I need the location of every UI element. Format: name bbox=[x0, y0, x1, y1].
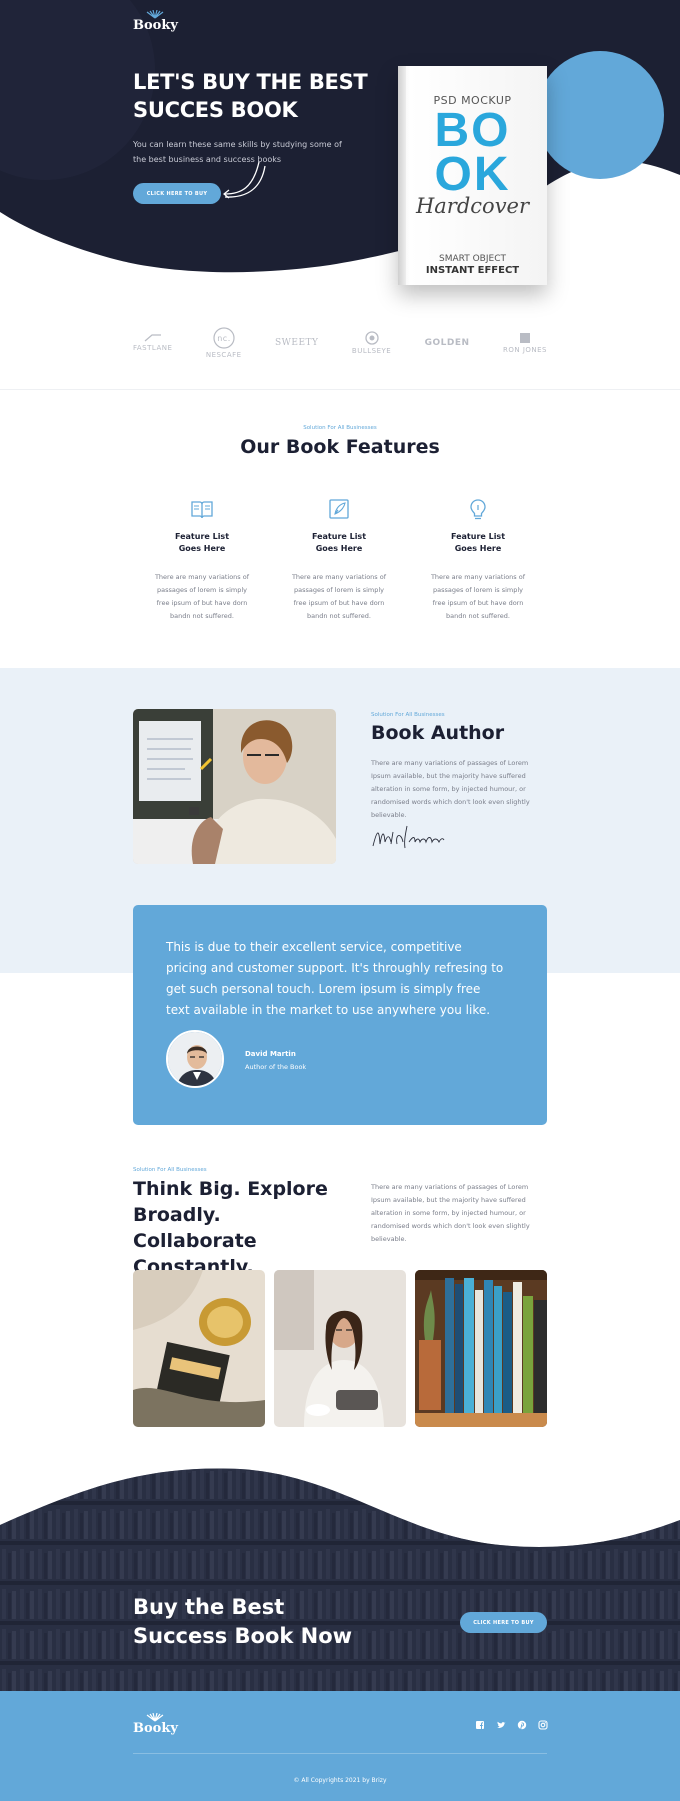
brand-logo: GOLDEN bbox=[425, 338, 470, 348]
avatar bbox=[166, 1030, 224, 1088]
book-big-text: OK bbox=[434, 148, 511, 201]
svg-text:nc.: nc. bbox=[217, 334, 231, 343]
think-title: Think Big. Explore Broadly. Collaborate … bbox=[133, 1178, 328, 1278]
cta-background bbox=[0, 1468, 680, 1691]
gallery-illustration bbox=[274, 1270, 406, 1427]
brand-logo: RON JONES bbox=[503, 332, 547, 354]
features-eyebrow: Solution For All Businesses bbox=[303, 425, 377, 431]
feature-title-line: Goes Here bbox=[454, 544, 502, 553]
brand-name: GOLDEN bbox=[424, 338, 470, 348]
ron-jones-icon bbox=[519, 333, 530, 343]
twitter-icon[interactable] bbox=[496, 1720, 506, 1730]
footer-copyright: © All Copyrights 2021 by Brizy bbox=[293, 1777, 387, 1784]
footer-divider bbox=[133, 1753, 547, 1754]
gallery-illustration bbox=[133, 1270, 265, 1427]
book-line-2: INSTANT EFFECT bbox=[425, 265, 520, 276]
feature-title-line: Goes Here bbox=[178, 544, 226, 553]
feature-card: Feature List Goes Here There are many va… bbox=[289, 496, 389, 623]
gallery-image-bookshelf bbox=[415, 1270, 547, 1427]
feature-text: There are many variations of passages of… bbox=[430, 573, 526, 620]
logo-text: Booky bbox=[133, 1721, 178, 1736]
open-book-icon bbox=[191, 501, 213, 519]
testimonial-role: Author of the Book bbox=[245, 1063, 307, 1071]
feature-title: Feature List Goes Here bbox=[428, 531, 528, 555]
author-photo-illustration bbox=[133, 709, 336, 864]
author-signature bbox=[372, 825, 445, 849]
nescafe-icon: nc. bbox=[213, 327, 235, 349]
cta-title: Buy the Best Success Book Now bbox=[133, 1595, 353, 1648]
lightbulb-icon bbox=[470, 499, 486, 520]
hero-section: Booky LET'S BUY THE BEST SUCCES BOOK You… bbox=[0, 0, 680, 300]
gallery-image-book-candle bbox=[133, 1270, 265, 1427]
feature-title: Feature List Goes Here bbox=[152, 531, 252, 555]
testimonial-quote: This is due to their excellent service, … bbox=[166, 940, 504, 1017]
social-links bbox=[475, 1720, 548, 1730]
section-divider bbox=[0, 389, 680, 390]
quill-pen-icon bbox=[329, 499, 349, 519]
author-eyebrow: Solution For All Businesses bbox=[371, 712, 445, 718]
hero-buy-button[interactable]: CLICK HERE TO BUY bbox=[133, 183, 221, 204]
feature-title: Feature List Goes Here bbox=[289, 531, 389, 555]
brand-logo: BULLSEYE bbox=[352, 331, 391, 355]
brand-logo: SWEETY bbox=[275, 338, 319, 348]
feature-title-line: Feature List bbox=[450, 532, 506, 541]
brand-name: SWEETY bbox=[274, 338, 319, 348]
author-text: There are many variations of passages of… bbox=[371, 759, 530, 819]
brand-logo: nc. NESCAFE bbox=[206, 327, 242, 359]
testimonial-card: This is due to their excellent service, … bbox=[133, 905, 547, 1125]
think-text: There are many variations of passages of… bbox=[371, 1183, 530, 1243]
logo-text: Booky bbox=[133, 18, 178, 33]
gallery-image-woman-coffee bbox=[274, 1270, 406, 1427]
features-title: Our Book Features bbox=[240, 436, 440, 458]
brand-name: NESCAFE bbox=[205, 351, 242, 359]
feature-card: Feature List Goes Here There are many va… bbox=[152, 496, 252, 623]
book-script-text: Hardcover bbox=[415, 194, 530, 218]
testimonial-name: David Martin bbox=[245, 1050, 296, 1058]
hero-title: LET'S BUY THE BEST SUCCES BOOK bbox=[133, 70, 368, 122]
feature-text: There are many variations of passages of… bbox=[291, 573, 387, 620]
brand-logo: FASTLANE bbox=[133, 334, 172, 352]
pinterest-icon[interactable] bbox=[517, 1720, 527, 1730]
footer-logo[interactable]: Booky bbox=[133, 1713, 178, 1735]
header-logo[interactable]: Booky bbox=[133, 10, 178, 32]
brand-logos: FASTLANE nc. NESCAFE SWEETY BULLSEYE GOL… bbox=[133, 327, 547, 359]
bullseye-icon bbox=[364, 331, 379, 345]
instagram-icon[interactable] bbox=[538, 1720, 548, 1730]
fastlane-icon bbox=[144, 334, 161, 342]
cta-buy-button[interactable]: CLICK HERE TO BUY bbox=[460, 1612, 547, 1633]
feature-card: Feature List Goes Here There are many va… bbox=[428, 496, 528, 623]
feature-title-line: Feature List bbox=[174, 532, 230, 541]
gallery-illustration bbox=[415, 1270, 547, 1427]
avatar-illustration bbox=[168, 1032, 222, 1086]
curved-arrows-icon bbox=[223, 161, 266, 199]
author-photo bbox=[133, 709, 336, 864]
book-line-1: SMART OBJECT bbox=[439, 254, 506, 264]
think-eyebrow: Solution For All Businesses bbox=[133, 1167, 207, 1173]
cta-section: Buy the Best Success Book Now CLICK HERE… bbox=[0, 1465, 680, 1691]
footer: Booky © All Copyrights 2021 by Brizy bbox=[0, 1691, 680, 1801]
facebook-icon[interactable] bbox=[475, 1720, 485, 1730]
brand-name: RON JONES bbox=[502, 346, 547, 354]
feature-title-line: Goes Here bbox=[315, 544, 363, 553]
author-title: Book Author bbox=[371, 722, 505, 744]
book-mockup: PSD MOCKUP BO OK Hardcover SMART OBJECT … bbox=[398, 66, 547, 285]
feature-title-line: Feature List bbox=[311, 532, 367, 541]
feature-text: There are many variations of passages of… bbox=[154, 573, 250, 620]
brand-name: BULLSEYE bbox=[351, 347, 392, 355]
brand-name: FASTLANE bbox=[133, 344, 173, 352]
